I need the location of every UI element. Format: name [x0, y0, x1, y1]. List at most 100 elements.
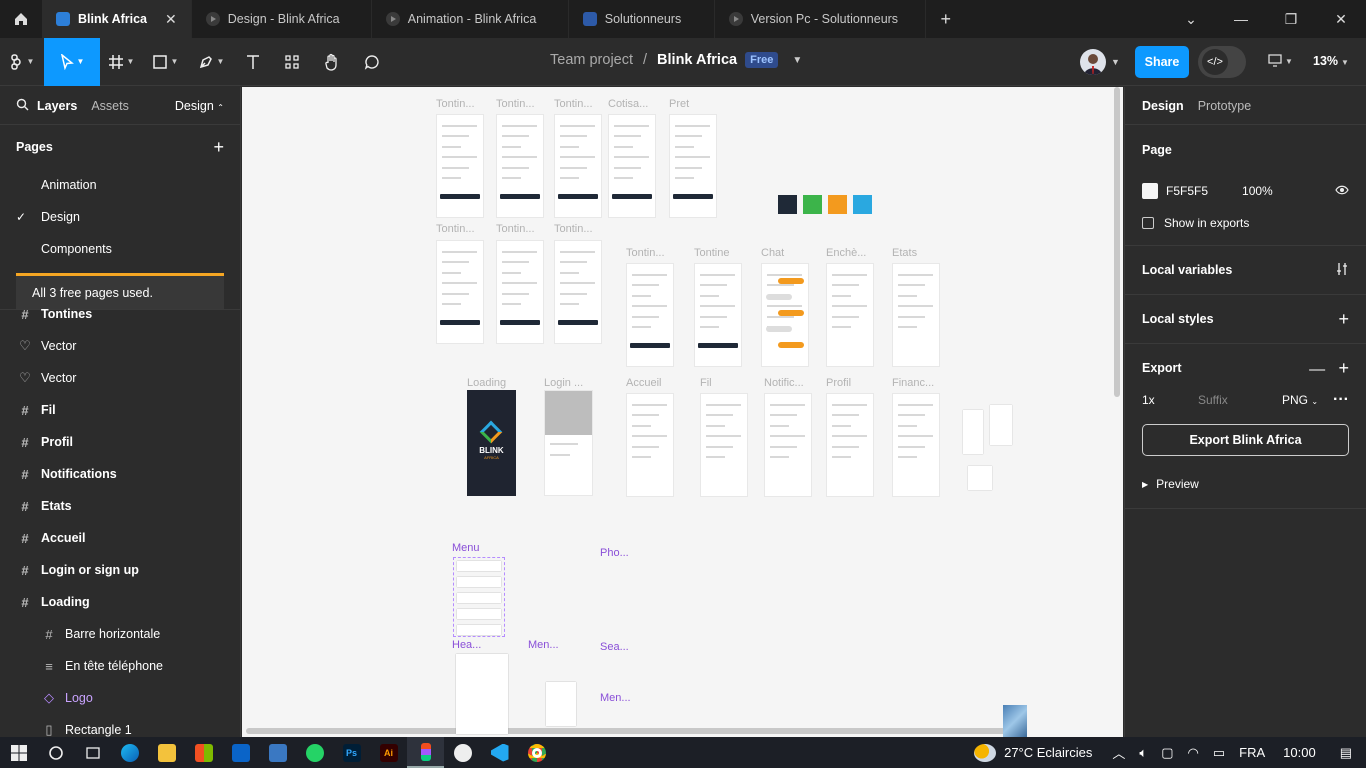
- phone-frame[interactable]: [544, 390, 593, 496]
- page-color-value[interactable]: F5F5F5: [1166, 184, 1208, 198]
- export-suffix-field[interactable]: Suffix: [1198, 393, 1258, 407]
- avatar[interactable]: [1080, 49, 1106, 75]
- maximize-icon[interactable]: ❐: [1266, 11, 1316, 28]
- layer-item[interactable]: # Loading: [0, 586, 240, 618]
- layer-item[interactable]: # Login or sign up: [0, 554, 240, 586]
- component-label[interactable]: Sea...: [600, 641, 629, 653]
- loading-screen-frame[interactable]: BLINK AFRICA: [467, 390, 516, 496]
- show-in-exports-checkbox[interactable]: [1142, 217, 1154, 229]
- outlook-icon[interactable]: [222, 737, 259, 768]
- small-component[interactable]: [963, 410, 983, 454]
- more-options-icon[interactable]: ···: [1333, 391, 1349, 409]
- photoshop-icon[interactable]: Ps: [333, 737, 370, 768]
- frame-label[interactable]: Accueil: [626, 377, 661, 389]
- phone-frame[interactable]: [892, 263, 940, 367]
- tab-solutionneurs[interactable]: Solutionneurs: [569, 0, 715, 38]
- page-item-components[interactable]: Components: [0, 233, 240, 265]
- export-format[interactable]: PNG ⌄: [1282, 393, 1318, 407]
- tab-animation-blink-africa[interactable]: Animation - Blink Africa: [372, 0, 569, 38]
- frame-label[interactable]: Chat: [761, 247, 784, 259]
- tab-design-blink-africa[interactable]: Design - Blink Africa: [192, 0, 372, 38]
- color-swatch[interactable]: [853, 195, 872, 214]
- layer-item[interactable]: ♡ Vector: [0, 330, 240, 362]
- phone-frame[interactable]: [554, 240, 602, 344]
- tab-blink-africa[interactable]: Blink Africa ✕: [42, 0, 192, 38]
- layer-item[interactable]: ◇ Logo: [0, 682, 240, 714]
- phone-frame[interactable]: [626, 263, 674, 367]
- github-icon[interactable]: [444, 737, 481, 768]
- page-item-design[interactable]: ✓ Design: [0, 201, 240, 233]
- battery-icon[interactable]: ▭: [1213, 745, 1225, 761]
- main-menu-icon[interactable]: ▼: [0, 38, 44, 86]
- frame-label[interactable]: Etats: [892, 247, 917, 259]
- remove-export-icon[interactable]: —: [1309, 361, 1325, 378]
- layer-item[interactable]: ▯ Rectangle 1: [0, 714, 240, 737]
- frame-label[interactable]: Tontin...: [554, 98, 593, 110]
- page-item-animation[interactable]: Animation: [0, 169, 240, 201]
- tab-design[interactable]: Design: [1142, 99, 1184, 113]
- frame-label[interactable]: Pret: [669, 98, 689, 110]
- clock[interactable]: 10:00: [1283, 745, 1316, 760]
- frame-label[interactable]: Tontin...: [436, 223, 475, 235]
- add-export-icon[interactable]: +: [1338, 358, 1349, 378]
- color-swatch[interactable]: [828, 195, 847, 214]
- frame-label[interactable]: Financ...: [892, 377, 934, 389]
- menu-component-set[interactable]: [453, 557, 505, 637]
- tab-assets[interactable]: Assets: [91, 99, 129, 113]
- design-canvas[interactable]: Tontin... Tontin... Tontin... Cotisa... Pret…: [242, 87, 1123, 737]
- small-component[interactable]: [990, 405, 1012, 445]
- home-icon[interactable]: [0, 0, 42, 38]
- language-indicator[interactable]: FRA: [1239, 745, 1265, 760]
- move-tool-icon[interactable]: ▼: [44, 37, 100, 86]
- minimize-icon[interactable]: —: [1216, 11, 1266, 27]
- shape-tool-icon[interactable]: ▼: [142, 38, 188, 86]
- photos-icon[interactable]: [259, 737, 296, 768]
- search-icon[interactable]: [16, 98, 29, 114]
- new-tab-icon[interactable]: +: [926, 9, 966, 30]
- layer-item[interactable]: # Tontines: [0, 298, 240, 330]
- export-button[interactable]: Export Blink Africa: [1142, 424, 1349, 456]
- layer-item[interactable]: # Fil: [0, 394, 240, 426]
- color-swatch[interactable]: [778, 195, 797, 214]
- phone-frame[interactable]: [554, 114, 602, 218]
- add-style-icon[interactable]: +: [1338, 309, 1349, 330]
- phone-frame[interactable]: [892, 393, 940, 497]
- layer-item[interactable]: ≡ En tête téléphone: [0, 650, 240, 682]
- layer-item[interactable]: # Notifications: [0, 458, 240, 490]
- component-label[interactable]: Men...: [600, 692, 631, 704]
- phone-frame[interactable]: [669, 114, 717, 218]
- frame-label[interactable]: Cotisa...: [608, 98, 648, 110]
- vertical-scrollbar[interactable]: [1114, 87, 1120, 397]
- phone-frame[interactable]: [764, 393, 812, 497]
- frame-label[interactable]: Tontin...: [496, 223, 535, 235]
- layer-item[interactable]: # Profil: [0, 426, 240, 458]
- phone-frame[interactable]: [761, 263, 809, 367]
- frame-label[interactable]: Tontin...: [436, 98, 475, 110]
- color-swatch[interactable]: [1142, 183, 1158, 199]
- chevron-down-icon[interactable]: ▼: [1111, 57, 1120, 67]
- close-window-icon[interactable]: ✕: [1316, 11, 1366, 28]
- horizontal-scrollbar[interactable]: [246, 728, 1006, 734]
- present-icon[interactable]: ▼: [1268, 54, 1293, 68]
- resources-icon[interactable]: [272, 38, 312, 86]
- close-icon[interactable]: ✕: [165, 11, 177, 28]
- phone-frame[interactable]: [826, 393, 874, 497]
- phone-frame[interactable]: [436, 114, 484, 218]
- task-view-icon[interactable]: [74, 737, 111, 768]
- phone-frame[interactable]: [496, 240, 544, 344]
- export-scale[interactable]: 1x: [1142, 393, 1198, 407]
- search-icon[interactable]: [37, 737, 74, 768]
- file-explorer-icon[interactable]: [148, 737, 185, 768]
- chevron-down-icon[interactable]: ▼: [792, 55, 802, 66]
- small-component[interactable]: [968, 466, 992, 490]
- weather-text[interactable]: 27°C Eclaircies: [1004, 745, 1092, 760]
- weather-icon[interactable]: [974, 743, 997, 762]
- phone-frame[interactable]: [694, 263, 742, 367]
- whatsapp-icon[interactable]: [296, 737, 333, 768]
- dev-mode-toggle[interactable]: </>: [1198, 46, 1246, 78]
- layer-item[interactable]: # Accueil: [0, 522, 240, 554]
- preview-row[interactable]: ▶ Preview: [1142, 468, 1349, 500]
- frame-label[interactable]: Fil: [700, 377, 712, 389]
- file-name[interactable]: Blink Africa: [657, 52, 737, 68]
- menu-component[interactable]: [546, 682, 576, 726]
